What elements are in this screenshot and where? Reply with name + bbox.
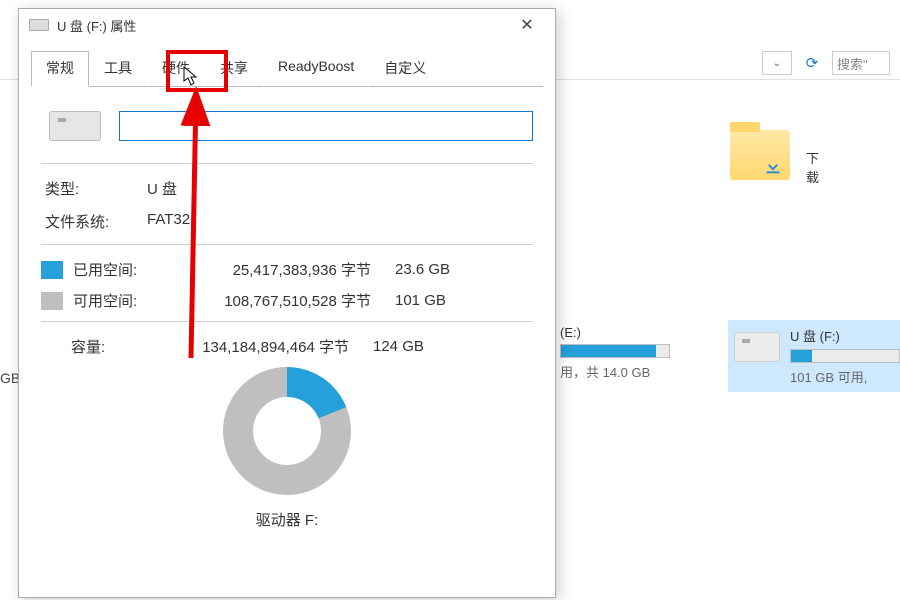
tab-custom[interactable]: 自定义 xyxy=(369,51,441,87)
refresh-icon[interactable]: ⟳ xyxy=(798,51,826,75)
folder-download-icon xyxy=(730,130,790,180)
tab-sharing[interactable]: 共享 xyxy=(205,51,263,87)
tab-strip: 常规 工具 硬件 共享 ReadyBoost 自定义 xyxy=(19,41,555,87)
downloads-folder[interactable]: 下载 xyxy=(730,130,790,184)
drive-f-name: U 盘 (F:) xyxy=(790,326,900,345)
used-bytes: 25,417,383,936 字节 xyxy=(185,259,395,280)
used-human: 23.6 GB xyxy=(395,261,475,278)
capacity-label: 容量: xyxy=(41,336,185,357)
downloads-label: 下载 xyxy=(806,148,819,186)
volume-name-input[interactable] xyxy=(119,111,533,141)
disk-icon xyxy=(49,111,101,141)
free-bytes: 108,767,510,528 字节 xyxy=(185,290,395,311)
drive-e-item[interactable]: (E:) 用，共 14.0 GB xyxy=(560,325,670,381)
free-human: 101 GB xyxy=(395,292,475,309)
drive-f-item[interactable]: U 盘 (F:) 101 GB 可用, xyxy=(728,320,900,392)
used-swatch xyxy=(41,261,63,279)
tab-readyboost[interactable]: ReadyBoost xyxy=(263,51,369,87)
divider xyxy=(41,163,533,164)
free-label: 可用空间: xyxy=(73,290,185,311)
divider xyxy=(41,321,533,322)
search-input[interactable]: 搜索" xyxy=(832,51,890,75)
drive-f-free-text: 101 GB 可用, xyxy=(790,367,900,386)
tab-filler xyxy=(441,51,543,87)
usage-donut-chart xyxy=(223,367,351,495)
drive-f-usage-bar xyxy=(790,349,900,363)
tab-general[interactable]: 常规 xyxy=(31,51,89,87)
capacity-human: 124 GB xyxy=(373,338,453,355)
dialog-titlebar[interactable]: U 盘 (F:) 属性 ✕ xyxy=(19,9,555,41)
drive-e-name: (E:) xyxy=(560,325,670,340)
address-dropdown[interactable]: ⌄ xyxy=(762,51,792,75)
properties-dialog: U 盘 (F:) 属性 ✕ 常规 工具 硬件 共享 ReadyBoost 自定义… xyxy=(18,8,556,598)
fs-value: FAT32 xyxy=(147,211,190,232)
type-value: U 盘 xyxy=(147,178,177,199)
dialog-title: U 盘 (F:) 属性 xyxy=(57,16,505,35)
tab-tools[interactable]: 工具 xyxy=(89,51,147,87)
close-button[interactable]: ✕ xyxy=(505,10,549,40)
fs-label: 文件系统: xyxy=(45,211,147,232)
drive-e-free-text: 用，共 14.0 GB xyxy=(560,362,670,381)
drive-letter-label: 驱动器 F: xyxy=(256,509,319,530)
free-swatch xyxy=(41,292,63,310)
used-label: 已用空间: xyxy=(73,259,185,280)
usb-drive-icon xyxy=(734,332,780,362)
general-panel: 类型:U 盘 文件系统:FAT32 已用空间: 25,417,383,936 字… xyxy=(19,87,555,546)
divider xyxy=(41,244,533,245)
cursor-icon xyxy=(183,66,199,91)
drive-small-icon xyxy=(29,19,49,31)
capacity-bytes: 134,184,894,464 字节 xyxy=(185,336,373,357)
type-label: 类型: xyxy=(45,178,147,199)
drive-e-usage-bar xyxy=(560,344,670,358)
